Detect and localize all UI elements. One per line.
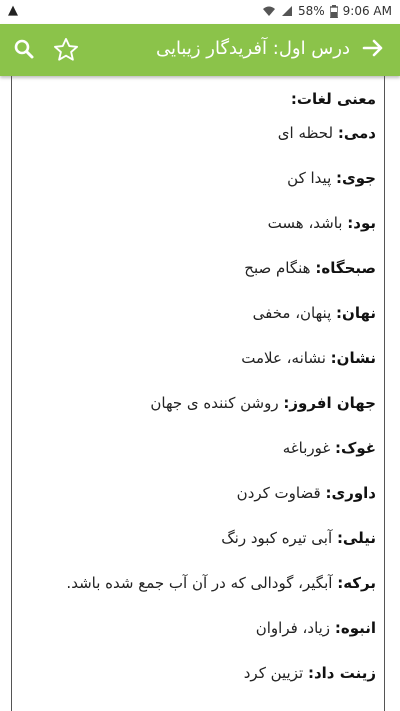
page-title: درس اول: آفریدگار زیبایی bbox=[155, 38, 350, 59]
list-item: انبوه: زیاد، فراوان bbox=[36, 617, 376, 662]
search-icon[interactable] bbox=[12, 37, 36, 61]
list-item: زینت داد: تزیین کرد bbox=[36, 662, 376, 707]
list-item: صبحگاه: هنگام صبح bbox=[36, 257, 376, 302]
meaning: غورباغه bbox=[282, 439, 331, 457]
meaning: نشانه، علامت bbox=[241, 349, 326, 367]
warning-icon: ▲ bbox=[8, 3, 18, 18]
term: برکه: bbox=[337, 574, 376, 592]
meaning: پیدا کن bbox=[287, 169, 332, 187]
status-bar: ▲ 58% 9:06 AM bbox=[0, 0, 400, 24]
wifi-icon bbox=[263, 6, 275, 16]
term: دمی: bbox=[337, 124, 376, 142]
meaning: آبی تیره کبود رنگ bbox=[221, 529, 333, 547]
list-item: غوک: غورباغه bbox=[36, 437, 376, 482]
left-border bbox=[11, 76, 12, 711]
term: نیلی: bbox=[336, 529, 376, 547]
battery-icon bbox=[329, 4, 338, 18]
term: زینت داد: bbox=[307, 664, 376, 682]
clock: 9:06 AM bbox=[342, 4, 392, 18]
term: صبحگاه: bbox=[315, 259, 376, 277]
list-item: نشان: نشانه، علامت bbox=[36, 347, 376, 392]
battery-percent: 58% bbox=[298, 4, 325, 18]
list-item: برکه: آبگیر، گودالی که در آن آب جمع شده … bbox=[36, 572, 376, 617]
term: جوی: bbox=[336, 169, 376, 187]
word-list: دمی: لحظه ای جوی: پیدا کن بود: باشد، هست… bbox=[36, 122, 376, 707]
term: انبوه: bbox=[334, 619, 376, 637]
meaning: باشد، هست bbox=[267, 214, 343, 232]
signal-icon bbox=[282, 6, 292, 16]
right-border bbox=[384, 76, 385, 711]
list-item: بود: باشد، هست bbox=[36, 212, 376, 257]
section-heading: معنی لغات: bbox=[290, 90, 376, 108]
list-item: داوری: قضاوت کردن bbox=[36, 482, 376, 527]
term: داوری: bbox=[325, 484, 376, 502]
meaning: قضاوت کردن bbox=[236, 484, 321, 502]
list-item: نهان: پنهان، مخفی bbox=[36, 302, 376, 347]
list-item: نیلی: آبی تیره کبود رنگ bbox=[36, 527, 376, 572]
list-item: جهان افروز: روشن کننده ی جهان bbox=[36, 392, 376, 437]
meaning: آبگیر، گودالی که در آن آب جمع شده باشد. bbox=[66, 574, 333, 592]
term: نشان: bbox=[330, 349, 376, 367]
back-arrow-icon[interactable] bbox=[360, 36, 386, 62]
list-item: دمی: لحظه ای bbox=[36, 122, 376, 167]
meaning: لحظه ای bbox=[277, 124, 334, 142]
list-item: جوی: پیدا کن bbox=[36, 167, 376, 212]
meaning: پنهان، مخفی bbox=[252, 304, 332, 322]
meaning: تزیین کرد bbox=[243, 664, 304, 682]
app-bar: درس اول: آفریدگار زیبایی bbox=[0, 24, 400, 76]
status-right: 58% 9:06 AM bbox=[262, 4, 392, 18]
meaning: زیاد، فراوان bbox=[255, 619, 331, 637]
meaning: هنگام صبح bbox=[244, 259, 311, 277]
meaning: روشن کننده ی جهان bbox=[150, 394, 279, 412]
star-icon[interactable] bbox=[52, 36, 80, 64]
term: نهان: bbox=[336, 304, 376, 322]
content-area[interactable]: معنی لغات: دمی: لحظه ای جوی: پیدا کن بود… bbox=[0, 76, 400, 711]
term: جهان افروز: bbox=[283, 394, 376, 412]
term: بود: bbox=[347, 214, 376, 232]
term: غوک: bbox=[334, 439, 376, 457]
